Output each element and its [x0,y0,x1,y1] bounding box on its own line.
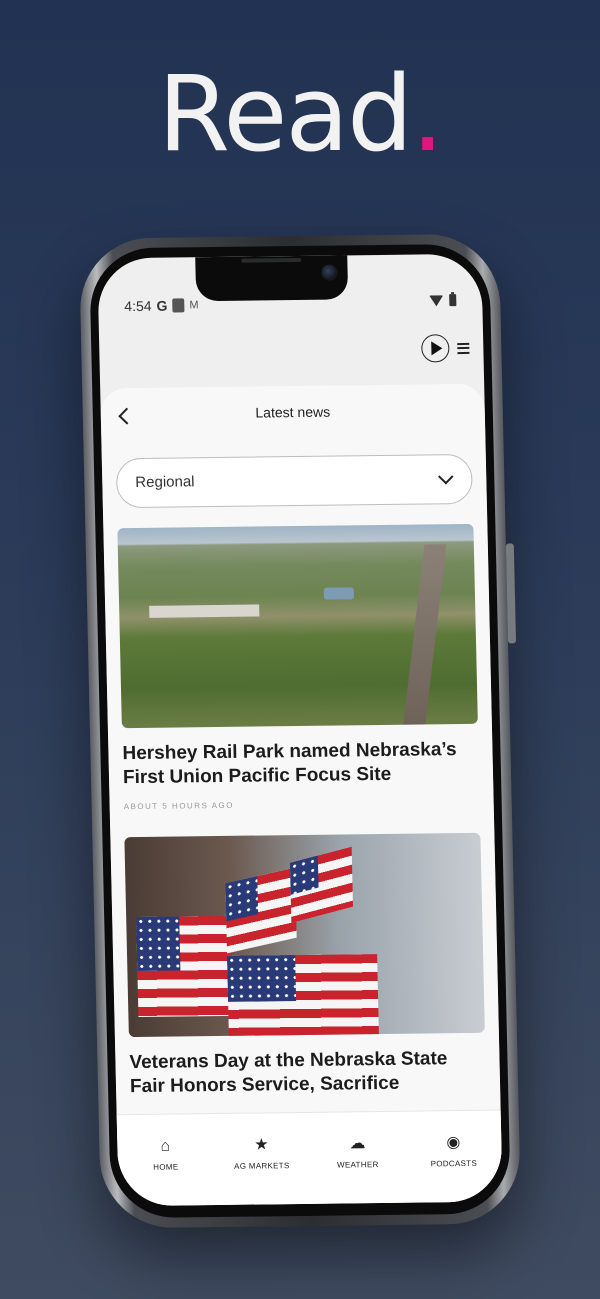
article-time: ABOUT 5 HOURS AGO [123,800,235,812]
tab-label: WEATHER [336,1160,379,1170]
warehouse-shape [149,604,260,618]
google-icon: G [156,297,168,314]
article-title[interactable]: Hershey Rail Park named Nebraska’s First… [122,738,479,790]
tab-label: AG MARKETS [234,1161,290,1171]
pond-shape [323,587,355,600]
tab-ag-markets[interactable]: ★ AG MARKETS [221,1135,302,1171]
phone-mockup: 4:54 G M Latest news Regional Hershey Ra… [78,233,522,1229]
podcast-icon: ◉ [446,1134,461,1152]
status-right [429,294,457,307]
app-screen: 4:54 G M Latest news Regional Hershey Ra… [97,253,503,1207]
flag-shape [289,846,353,923]
news-sheet: Latest news Regional Hershey Rail Park n… [100,383,503,1207]
tab-label: HOME [153,1162,179,1172]
news-feed: Hershey Rail Park named Nebraska’s First… [117,523,486,1099]
battery-icon [449,294,457,307]
top-actions [421,334,470,363]
menu-icon[interactable] [457,342,470,354]
dropdown-value: Regional [135,473,195,492]
wifi-icon [429,294,444,306]
tab-weather[interactable]: ☁ WEATHER [317,1134,398,1170]
news-card[interactable]: Veterans Day at the Nebraska State Fair … [124,832,486,1099]
play-button[interactable] [421,334,450,363]
tab-home[interactable]: ⌂ HOME [125,1136,206,1172]
rail-track-shape [403,544,447,725]
headline-text: Read [157,53,413,175]
american-flags-parade-photo[interactable] [124,832,485,1038]
page-title: Latest news [255,403,331,421]
notification-icon [172,298,185,313]
tab-label: PODCASTS [430,1158,478,1169]
category-dropdown[interactable]: Regional [115,453,473,509]
article-title[interactable]: Veterans Day at the Nebraska State Fair … [129,1047,486,1099]
play-icon [431,341,443,356]
flag-shape [227,954,380,1038]
news-card[interactable]: Hershey Rail Park named Nebraska’s First… [117,523,479,812]
status-left: 4:54 G M [124,297,199,315]
aerial-farmland-rail-photo[interactable] [117,523,478,729]
home-icon: ⌂ [160,1137,171,1155]
gmail-icon: M [189,299,199,312]
flag-shape [225,867,297,954]
headline-dot: . [411,53,444,175]
notch [195,255,349,302]
status-time: 4:54 [124,297,152,315]
headline: Read. [0,52,600,177]
weather-icon: ☁ [349,1135,366,1153]
sheet-header: Latest news [100,384,485,449]
tab-podcasts[interactable]: ◉ PODCASTS [413,1133,494,1169]
flag-shape [136,915,234,1017]
chevron-down-icon [437,468,454,485]
bottom-tab-bar: ⌂ HOME ★ AG MARKETS ☁ WEATHER ◉ PODCASTS [116,1109,503,1207]
star-icon: ★ [254,1136,269,1154]
side-button [505,543,517,644]
speaker-grille [241,257,302,263]
camera-icon [321,264,338,281]
